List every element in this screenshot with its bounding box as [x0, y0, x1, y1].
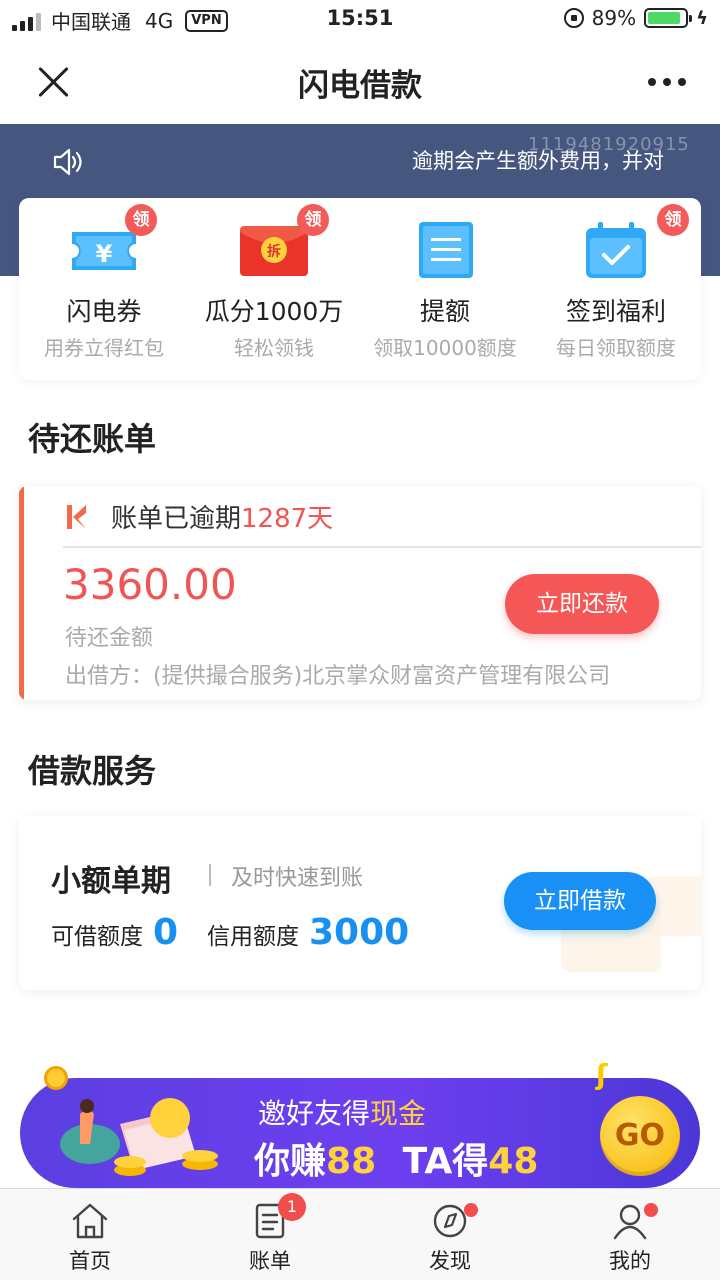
bill-status-text: 账单已逾期 — [111, 504, 242, 534]
bill-amount: 3360.00 — [63, 560, 237, 609]
promo-you-label: 你赚 — [254, 1141, 327, 1182]
invite-promo-banner[interactable]: 邀好友得现金 你赚88 TA得48 GO — [20, 1078, 700, 1188]
promo-headline-text: 邀好友得 — [258, 1097, 371, 1130]
status-bar: 中国联通 4G VPN 15:51 89% ϟ — [0, 0, 720, 40]
tab-label: 我的 — [609, 1249, 651, 1273]
borrow-button[interactable]: 立即借款 — [504, 872, 656, 930]
available-limit-value: 0 — [153, 912, 179, 953]
bill-amount-label: 待还金额 — [65, 626, 154, 651]
separator — [209, 864, 211, 886]
loan-card[interactable]: 小额单期 及时快速到账 可借额度 0 信用额度 3000 立即借款 — [19, 816, 701, 990]
loan-tagline: 及时快速到账 — [231, 866, 364, 891]
svg-text:¥: ¥ — [96, 240, 113, 268]
quick-item-subtitle: 用券立得红包 — [44, 336, 164, 360]
tab-label: 发现 — [429, 1249, 471, 1273]
quick-item-title: 闪电券 — [66, 297, 142, 326]
tab-label: 账单 — [249, 1249, 291, 1273]
credit-limit-value: 3000 — [309, 912, 410, 953]
tab-home[interactable]: 首页 — [0, 1189, 180, 1280]
coin-decoration-icon — [44, 1066, 68, 1090]
quick-item-subtitle: 轻松领钱 — [234, 336, 314, 360]
claim-badge: 领 — [657, 204, 689, 236]
loan-product-title: 小额单期 — [51, 864, 171, 899]
red-envelope-text: 拆 — [267, 243, 281, 260]
red-envelope-icon: 拆 — [240, 226, 308, 276]
promo-ta-amount: 48 — [488, 1141, 539, 1182]
loan-section-title: 借款服务 — [28, 752, 157, 790]
tab-label: 首页 — [69, 1249, 111, 1273]
overdue-days: 1287天 — [241, 504, 334, 534]
tab-bills[interactable]: 1 账单 — [180, 1189, 360, 1280]
quick-item-coupon[interactable]: ¥ 领 闪电券 用券立得红包 — [19, 198, 189, 380]
promo-headline-highlight: 现金 — [370, 1097, 427, 1130]
bill-status: 账单已逾期1287天 — [111, 498, 333, 535]
notice-marquee[interactable]: 逾期会产生额外费用，并对 — [412, 145, 678, 179]
calendar-check-icon — [586, 222, 646, 278]
battery-icon — [644, 8, 693, 28]
quick-item-raise-limit[interactable]: 提额 领取10000额度 — [360, 198, 530, 380]
credit-limit-label: 信用额度 — [207, 924, 299, 950]
credit-limit: 信用额度 3000 — [207, 912, 409, 953]
more-options-icon[interactable] — [648, 78, 686, 86]
bill-lender: 出借方：(提供撮合服务)北京掌众财富资产管理有限公司 — [65, 664, 611, 689]
quick-item-subtitle: 每日领取额度 — [556, 336, 676, 360]
promo-you-amount: 88 — [326, 1141, 377, 1182]
bill-card[interactable]: 账单已逾期1287天 3360.00 待还金额 出借方：(提供撮合服务)北京掌众… — [19, 486, 701, 700]
quick-item-title: 提额 — [419, 297, 470, 326]
battery-percent: 89% — [591, 6, 637, 30]
promo-headline: 邀好友得现金 — [258, 1092, 426, 1132]
speaker-icon — [53, 148, 82, 176]
bottom-tab-bar: 首页 1 账单 发现 我的 — [0, 1188, 720, 1280]
bill-accent-bar — [19, 486, 24, 700]
page-title: 闪电借款 — [298, 68, 422, 104]
tab-profile[interactable]: 我的 — [540, 1189, 720, 1280]
quick-item-subtitle: 领取10000额度 — [373, 336, 517, 360]
quick-item-title: 签到福利 — [565, 297, 666, 326]
divider — [63, 546, 701, 548]
rotation-lock-icon — [563, 8, 584, 28]
lender-logo-icon — [67, 505, 86, 529]
tab-discover[interactable]: 发现 — [360, 1189, 540, 1280]
bill-section-title: 待还账单 — [28, 420, 157, 458]
available-limit-label: 可借额度 — [51, 924, 143, 950]
sparkle-decoration-icon: ʃ — [596, 1058, 608, 1091]
notification-dot — [644, 1203, 658, 1217]
claim-badge: 领 — [125, 204, 157, 236]
nav-bar: 闪电借款 — [0, 40, 720, 124]
promo-ta-label: TA得 — [402, 1141, 489, 1182]
go-button[interactable]: GO — [600, 1096, 680, 1176]
tab-badge: 1 — [278, 1193, 306, 1221]
quick-actions-card: ¥ 领 闪电券 用券立得红包 拆 领 瓜分1000万 轻松领钱 提额 领取100… — [19, 198, 701, 380]
quick-item-share-prize[interactable]: 拆 领 瓜分1000万 轻松领钱 — [189, 198, 359, 380]
home-icon — [72, 1203, 108, 1239]
document-icon — [419, 222, 473, 278]
notification-dot — [464, 1203, 478, 1217]
quick-item-title: 瓜分1000万 — [204, 297, 344, 326]
promo-rewards: 你赚88 TA得48 — [254, 1132, 538, 1184]
quick-item-checkin[interactable]: 领 签到福利 每日领取额度 — [531, 198, 701, 380]
status-right: 89% ϟ — [563, 6, 708, 30]
promo-illustration — [60, 1098, 218, 1176]
charging-icon: ϟ — [696, 7, 708, 29]
claim-badge: 领 — [297, 204, 329, 236]
repay-button[interactable]: 立即还款 — [505, 574, 659, 634]
available-limit: 可借额度 0 — [51, 912, 178, 953]
